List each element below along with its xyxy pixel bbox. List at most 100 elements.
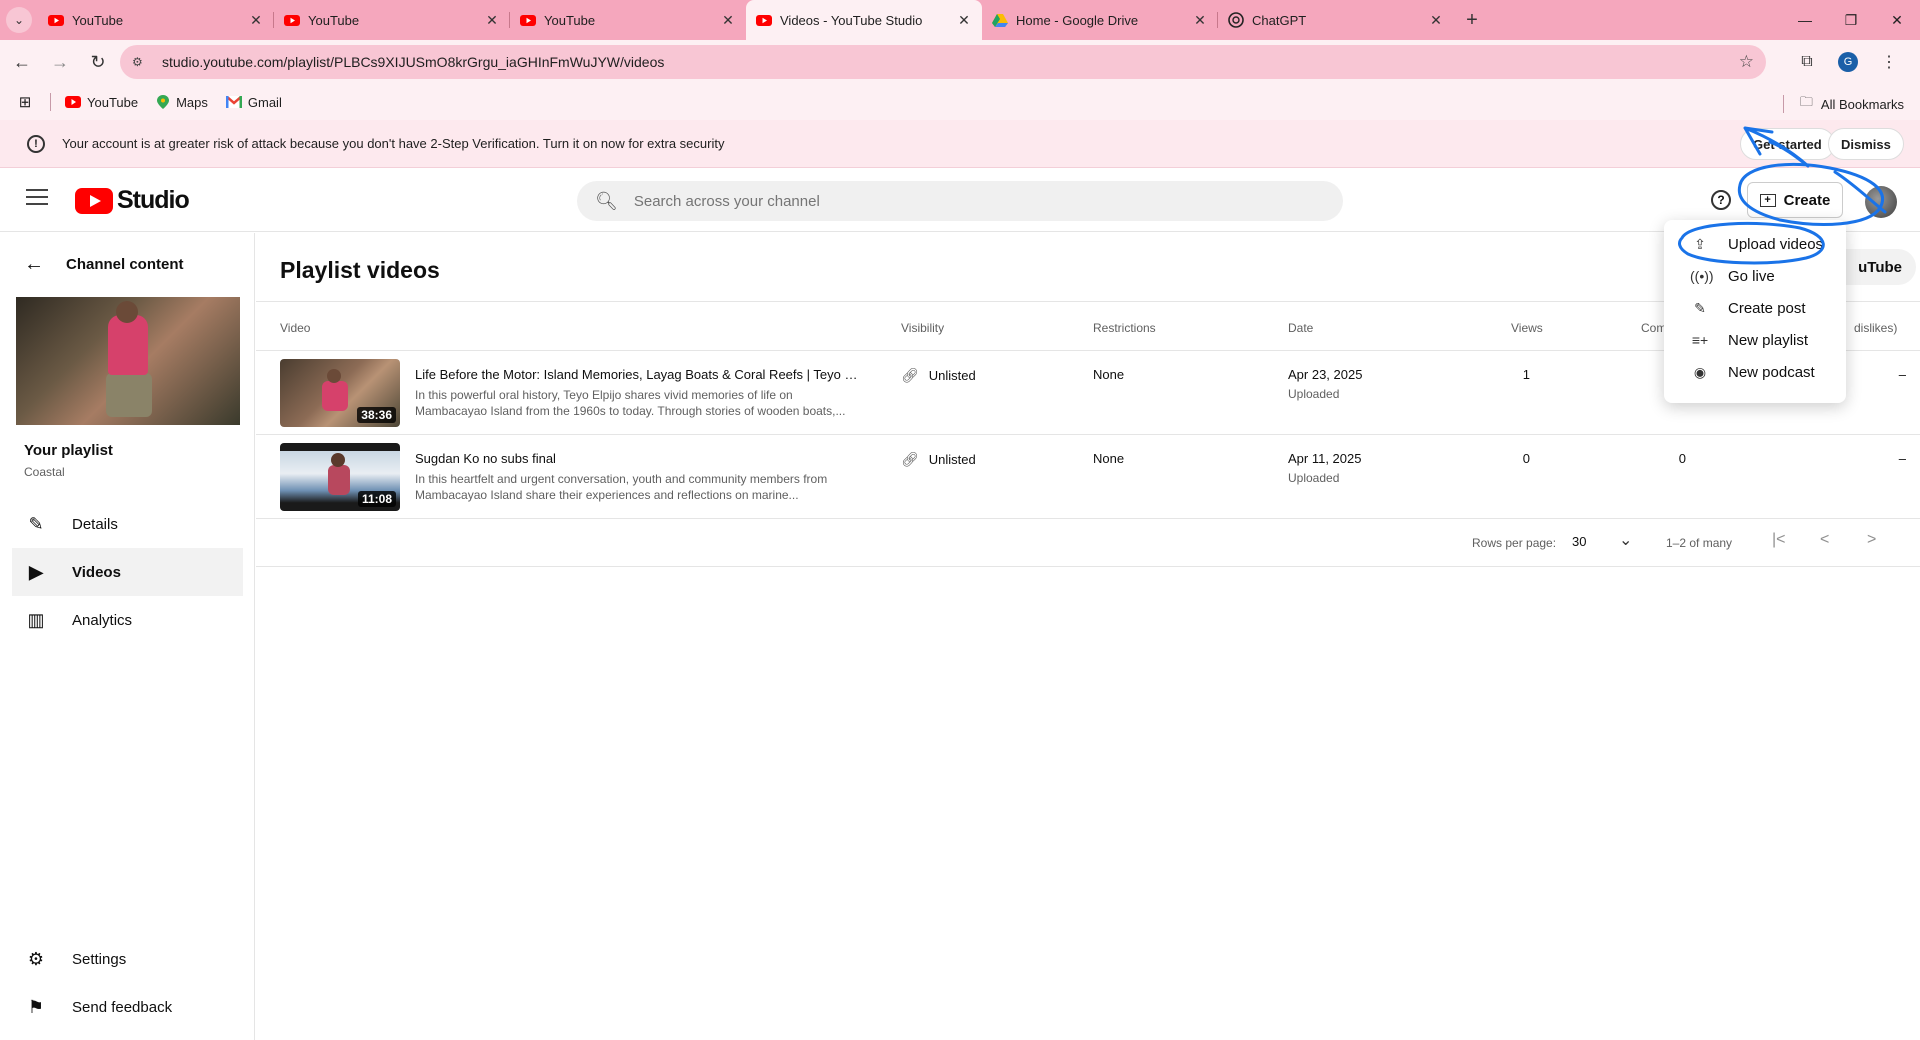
bookmark-youtube[interactable]: YouTube xyxy=(65,95,138,110)
close-icon[interactable]: ✕ xyxy=(248,12,264,29)
folder-icon: 🗀 xyxy=(1799,94,1813,109)
close-icon[interactable]: ✕ xyxy=(484,12,500,29)
reload-icon[interactable]: ↻ xyxy=(82,46,114,78)
sidebar-item-analytics[interactable]: ▥ Analytics xyxy=(12,596,243,644)
channel-content-back[interactable]: ← Channel content xyxy=(24,253,184,276)
channel-avatar[interactable] xyxy=(1865,186,1897,218)
all-bookmarks[interactable]: 🗀 All Bookmarks xyxy=(1782,93,1904,115)
url-text: studio.youtube.com/playlist/PLBCs9XIJUSm… xyxy=(162,54,665,70)
pencil-icon: ✎ xyxy=(28,513,44,534)
menu-item-create-post[interactable]: ✎ Create post xyxy=(1664,292,1846,324)
menu-item-upload-videos[interactable]: ⇪ Upload videos xyxy=(1664,228,1846,260)
gmail-icon xyxy=(225,96,242,108)
prev-page-icon[interactable]: < xyxy=(1820,531,1829,549)
browser-tab[interactable]: ChatGPT ✕ xyxy=(1218,0,1454,40)
toolbar-right: ⧉ G ⋮ xyxy=(1790,46,1920,78)
next-page-icon[interactable]: > xyxy=(1867,531,1876,549)
sidebar-item-videos[interactable]: ▶ Videos xyxy=(12,548,243,596)
chevron-down-icon[interactable]: ⌄ xyxy=(1619,530,1632,550)
video-thumbnail[interactable]: 11:08 xyxy=(280,443,400,511)
rows-per-page-select[interactable]: 30 xyxy=(1572,534,1586,549)
studio-logo[interactable]: Studio xyxy=(75,186,190,215)
bookmark-star-icon[interactable]: ☆ xyxy=(1739,52,1754,72)
chevron-down-icon: ⌄ xyxy=(6,7,32,33)
browser-toolbar: ← → ↻ ⚙ studio.youtube.com/playlist/PLBC… xyxy=(0,40,1920,84)
sidebar-item-details[interactable]: ✎ Details xyxy=(12,500,243,548)
date-cell: Apr 23, 2025 xyxy=(1288,367,1363,382)
search-bar[interactable]: 🔍︎ xyxy=(577,181,1343,221)
chatgpt-icon xyxy=(1228,12,1244,28)
profile-avatar[interactable]: G xyxy=(1838,52,1858,72)
tab-title: Home - Google Drive xyxy=(1016,12,1139,28)
restore-icon[interactable]: ❐ xyxy=(1828,0,1874,40)
video-title[interactable]: Life Before the Motor: Island Memories, … xyxy=(415,367,865,382)
new-tab-button[interactable]: + xyxy=(1454,0,1490,40)
close-icon[interactable]: ✕ xyxy=(720,12,736,29)
studio-header: Studio 🔍︎ ? + Create xyxy=(0,168,1920,232)
views-cell: 1 xyxy=(1522,367,1530,382)
close-icon[interactable]: ✕ xyxy=(1428,12,1444,29)
browser-tab[interactable]: Home - Google Drive ✕ xyxy=(982,0,1218,40)
tab-title: ChatGPT xyxy=(1252,12,1307,28)
date-status: Uploaded xyxy=(1288,387,1340,401)
extensions-icon[interactable]: ⧉ xyxy=(1790,46,1824,78)
sidebar-item-feedback[interactable]: ⚑ Send feedback xyxy=(12,983,243,1031)
sidebar-item-settings[interactable]: ⚙ Settings xyxy=(12,935,243,983)
back-icon[interactable]: ← xyxy=(6,46,38,78)
browser-tab[interactable]: YouTube ✕ xyxy=(38,0,274,40)
create-menu: ⇪ Upload videos ((•)) Go live ✎ Create p… xyxy=(1664,220,1846,403)
menu-item-new-podcast[interactable]: ◉ New podcast xyxy=(1664,356,1846,388)
address-bar[interactable]: ⚙ studio.youtube.com/playlist/PLBCs9XIJU… xyxy=(120,45,1766,79)
menu-item-go-live[interactable]: ((•)) Go live xyxy=(1664,260,1846,292)
column-visibility[interactable]: Visibility xyxy=(901,321,944,335)
column-likes[interactable]: dislikes) xyxy=(1854,321,1897,335)
youtube-icon xyxy=(284,15,300,26)
security-banner: ! Your account is at greater risk of att… xyxy=(0,120,1920,168)
column-video[interactable]: Video xyxy=(280,321,310,335)
back-arrow-icon: ← xyxy=(24,253,44,275)
video-title[interactable]: Sugdan Ko no subs final xyxy=(415,451,865,466)
playlist-thumbnail[interactable] xyxy=(16,297,240,425)
close-icon[interactable]: ✕ xyxy=(956,12,972,29)
menu-item-new-playlist[interactable]: ≡+ New playlist xyxy=(1664,324,1846,356)
browser-tab[interactable]: YouTube ✕ xyxy=(510,0,746,40)
browser-tab-active[interactable]: Videos - YouTube Studio ✕ xyxy=(746,0,982,40)
hamburger-menu-icon[interactable] xyxy=(26,189,48,210)
column-date[interactable]: Date xyxy=(1288,321,1313,335)
dismiss-button[interactable]: Dismiss xyxy=(1828,128,1904,160)
close-icon[interactable]: ✕ xyxy=(1192,12,1208,29)
tab-title: Videos - YouTube Studio xyxy=(780,12,923,28)
visibility-cell: 🔗︎ Unlisted xyxy=(901,367,976,383)
column-comments[interactable]: Com xyxy=(1641,321,1666,335)
minimize-icon[interactable]: — xyxy=(1782,0,1828,40)
youtube-logo-icon xyxy=(75,187,113,214)
page-title: Playlist videos xyxy=(280,257,440,283)
site-info-icon[interactable]: ⚙ xyxy=(132,55,150,69)
help-icon[interactable]: ? xyxy=(1711,190,1731,210)
video-description: In this heartfelt and urgent conversatio… xyxy=(415,472,828,502)
bookmark-gmail[interactable]: Gmail xyxy=(225,95,282,110)
close-window-icon[interactable]: ✕ xyxy=(1874,0,1920,40)
feedback-icon: ⚑ xyxy=(27,996,45,1017)
tab-search-button[interactable]: ⌄ xyxy=(0,0,38,40)
forward-icon[interactable]: → xyxy=(44,46,76,78)
video-thumbnail[interactable]: 38:36 xyxy=(280,359,400,427)
search-input[interactable] xyxy=(633,192,1314,210)
menu-kebab-icon[interactable]: ⋮ xyxy=(1872,46,1906,78)
analytics-icon: ▥ xyxy=(27,609,45,630)
video-description: In this powerful oral history, Teyo Elpi… xyxy=(415,388,846,418)
create-button[interactable]: + Create xyxy=(1747,182,1843,218)
column-views[interactable]: Views xyxy=(1511,321,1543,335)
browser-tabstrip: ⌄ YouTube ✕ YouTube ✕ YouTube ✕ Videos -… xyxy=(0,0,1920,40)
first-page-icon[interactable]: |< xyxy=(1772,531,1786,549)
video-duration: 11:08 xyxy=(357,491,396,507)
restrictions-cell: None xyxy=(1093,367,1125,382)
column-restrictions[interactable]: Restrictions xyxy=(1093,321,1156,335)
bookmark-maps[interactable]: Maps xyxy=(156,95,208,110)
browser-tab[interactable]: YouTube ✕ xyxy=(274,0,510,40)
tab-title: YouTube xyxy=(308,12,360,28)
apps-grid-icon[interactable]: ⊞ xyxy=(0,93,50,111)
table-row[interactable]: 11:08 Sugdan Ko no subs final In this he… xyxy=(256,435,1920,519)
date-cell: Apr 11, 2025 xyxy=(1288,451,1362,466)
get-started-button[interactable]: Get started xyxy=(1740,128,1835,160)
